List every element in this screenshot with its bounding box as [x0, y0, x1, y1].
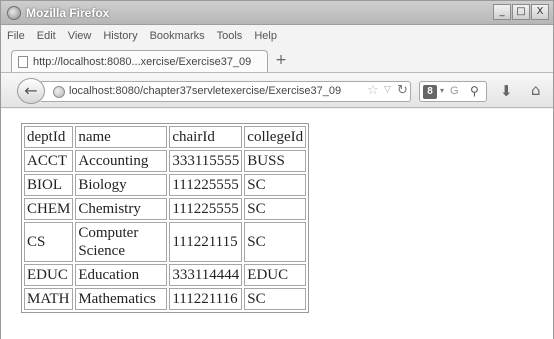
- tab-exercise37-09[interactable]: http://localhost:8080...xercise/Exercise…: [11, 50, 268, 72]
- menu-history[interactable]: History: [103, 30, 137, 42]
- close-button[interactable]: X: [531, 4, 549, 20]
- table-cell: 111221115: [169, 222, 243, 262]
- table-cell: BIOL: [24, 174, 74, 196]
- table-cell: Accounting: [75, 150, 168, 172]
- table-cell: Chemistry: [75, 198, 168, 220]
- history-dropdown-icon[interactable]: ▽: [384, 85, 391, 95]
- tab-label: http://localhost:8080...xercise/Exercise…: [33, 55, 252, 68]
- page-icon: [18, 55, 28, 68]
- table-cell: BUSS: [244, 150, 307, 172]
- table-row: CHEM Chemistry 111225555 SC: [24, 198, 307, 220]
- title-bar: Mozilla Firefox _ □ X: [1, 1, 553, 25]
- table-cell: 111221116: [169, 288, 243, 310]
- table-row: MATH Mathematics 111221116 SC: [24, 288, 307, 310]
- menu-edit[interactable]: Edit: [37, 30, 56, 42]
- menu-tools[interactable]: Tools: [217, 30, 243, 42]
- menu-bookmarks[interactable]: Bookmarks: [150, 30, 205, 42]
- table-cell: 111225555: [169, 198, 243, 220]
- window-title: Mozilla Firefox: [26, 6, 110, 20]
- tab-strip: http://localhost:8080...xercise/Exercise…: [1, 48, 553, 72]
- back-button[interactable]: ←: [17, 78, 45, 104]
- table-row: ACCT Accounting 333115555 BUSS: [24, 150, 307, 172]
- firefox-logo-icon: [7, 6, 21, 20]
- table-header-row: deptId name chairId collegeId: [24, 126, 307, 148]
- table-cell: SC: [244, 198, 307, 220]
- table-header-cell: chairId: [169, 126, 243, 148]
- table-cell: Education: [75, 264, 168, 286]
- table-cell: CHEM: [24, 198, 74, 220]
- reload-icon[interactable]: ↻: [397, 83, 408, 98]
- maximize-button[interactable]: □: [512, 4, 530, 20]
- table-cell: ACCT: [24, 150, 74, 172]
- url-text[interactable]: localhost:8080/chapter37servletexercise/…: [69, 85, 369, 97]
- table-cell: SC: [244, 222, 307, 262]
- table-cell: Mathematics: [75, 288, 168, 310]
- table-cell: 333115555: [169, 150, 243, 172]
- browser-window: Mozilla Firefox _ □ X File Edit View His…: [0, 0, 554, 339]
- engine-dropdown-icon[interactable]: ▾: [440, 86, 444, 95]
- table-header-cell: name: [75, 126, 168, 148]
- table-cell: EDUC: [24, 264, 74, 286]
- globe-icon: [53, 86, 65, 98]
- star-icon[interactable]: ☆: [367, 83, 379, 98]
- table-row: CS Computer Science 111221115 SC: [24, 222, 307, 262]
- table-cell: SC: [244, 288, 307, 310]
- url-bar[interactable]: localhost:8080/chapter37servletexercise/…: [41, 81, 411, 102]
- table-header-cell: collegeId: [244, 126, 307, 148]
- menu-bar: File Edit View History Bookmarks Tools H…: [1, 26, 553, 46]
- table-cell: Biology: [75, 174, 168, 196]
- menu-help[interactable]: Help: [254, 30, 277, 42]
- table-cell: 111225555: [169, 174, 243, 196]
- back-arrow-icon: ←: [24, 81, 38, 100]
- page-content: deptId name chairId collegeId ACCT Accou…: [1, 109, 553, 339]
- table-cell: 333114444: [169, 264, 243, 286]
- new-tab-button[interactable]: +: [271, 53, 291, 69]
- window-controls: _ □ X: [493, 4, 549, 20]
- table-cell: Computer Science: [75, 222, 168, 262]
- table-row: EDUC Education 333114444 EDUC: [24, 264, 307, 286]
- menu-file[interactable]: File: [7, 30, 25, 42]
- table-header-cell: deptId: [24, 126, 74, 148]
- table-cell: CS: [24, 222, 74, 262]
- table-cell: SC: [244, 174, 307, 196]
- download-icon[interactable]: ⬇: [500, 82, 513, 100]
- table-cell: MATH: [24, 288, 74, 310]
- minimize-button[interactable]: _: [493, 4, 511, 20]
- search-input[interactable]: G: [450, 85, 459, 97]
- department-table: deptId name chairId collegeId ACCT Accou…: [21, 123, 310, 313]
- table-cell: EDUC: [244, 264, 307, 286]
- search-bar[interactable]: 8 ▾ G ⚲: [419, 81, 487, 102]
- search-icon[interactable]: ⚲: [470, 84, 479, 98]
- navigation-bar: localhost:8080/chapter37servletexercise/…: [1, 72, 553, 108]
- table-row: BIOL Biology 111225555 SC: [24, 174, 307, 196]
- menu-view[interactable]: View: [68, 30, 92, 42]
- home-icon[interactable]: ⌂: [531, 81, 541, 99]
- search-engine-icon[interactable]: 8: [423, 85, 437, 99]
